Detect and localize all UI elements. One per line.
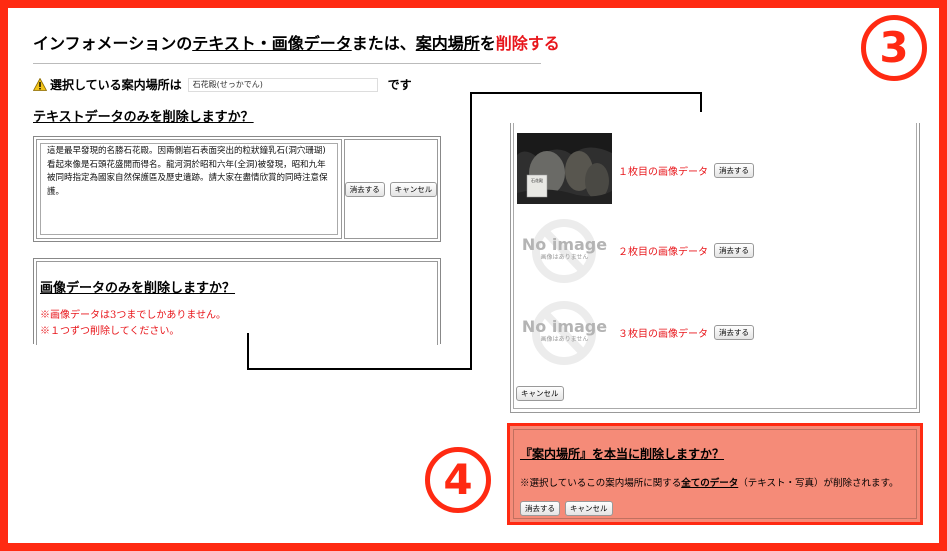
confirm-note-suffix: （テキスト・写真）が削除されます。	[738, 478, 899, 489]
confirm-note-bold: 全てのデータ	[681, 478, 739, 489]
image-list-panel: 石花殿 １枚目の画像データ 消去する No image 画像はありません ２枚目…	[510, 123, 920, 413]
image-delete-section: 画像データのみを削除しますか？ ※画像データは3つまでしかありません。 ※１つず…	[33, 258, 441, 345]
image-panel-cancel-button[interactable]: キャンセル	[516, 386, 564, 401]
no-image-title: No image	[521, 317, 608, 336]
image-label-1: １枚目の画像データ	[618, 167, 708, 178]
step-4-badge: 4	[425, 447, 491, 513]
image-row-1: １枚目の画像データ 消去する	[618, 163, 754, 178]
image-list-inner: 石花殿 １枚目の画像データ 消去する No image 画像はありません ２枚目…	[513, 123, 917, 409]
text-delete-heading: テキストデータのみを削除しますか？	[33, 110, 254, 125]
image-thumbnail-1: 石花殿	[517, 133, 612, 204]
text-content-area[interactable]: 這是最早發現的名勝石花殿。因兩側岩石表面突出的粒狀鐘乳石(洞穴珊瑚)看起來像是石…	[40, 143, 338, 235]
confirm-delete-note: ※選択しているこの案内場所に関する全てのデータ（テキスト・写真）が削除されます。	[520, 475, 899, 489]
image-delete-inner: 画像データのみを削除しますか？ ※画像データは3つまでしかありません。 ※１つず…	[36, 261, 438, 345]
cave-photo-icon	[517, 133, 612, 204]
image-row-3: ３枚目の画像データ 消去する	[618, 325, 754, 340]
confirm-note-prefix: ※選択しているこの案内場所に関する	[520, 478, 682, 489]
confirm-delete-inner: 『案内場所』を本当に削除しますか？ ※選択しているこの案内場所に関する全てのデー…	[513, 429, 917, 519]
image-delete-button-3[interactable]: 消去する	[714, 325, 754, 340]
selected-place-field[interactable]	[187, 77, 378, 92]
selected-place-row: 選択している案内場所は です	[33, 76, 412, 93]
image-delete-button-2[interactable]: 消去する	[714, 243, 754, 258]
image-delete-button-1[interactable]: 消去する	[714, 163, 754, 178]
text-delete-button[interactable]: 消去する	[344, 181, 385, 197]
title-divider	[33, 63, 541, 64]
connector-line	[247, 333, 249, 369]
image-note-limit: ※画像データは3つまでしかありません。	[40, 310, 227, 321]
warning-icon	[33, 78, 47, 91]
no-image-subtitle: 画像はありません	[540, 336, 589, 343]
photo-sign-text: 石花殿	[531, 178, 543, 183]
selected-place-suffix: です	[387, 78, 412, 92]
page-title: インフォメーションのテキスト・画像データまたは、案内場所を削除する	[33, 34, 560, 53]
connector-line	[470, 92, 472, 370]
no-image-subtitle: 画像はありません	[540, 254, 589, 261]
no-image-placeholder-3: No image 画像はありません	[517, 297, 612, 368]
selected-place-label: 選択している案内場所は	[50, 78, 182, 92]
no-image-placeholder-2: No image 画像はありません	[517, 215, 612, 286]
text-delete-table: 這是最早發現的名勝石花殿。因兩側岩石表面突出的粒狀鐘乳石(洞穴珊瑚)看起來像是石…	[33, 136, 441, 242]
image-label-3: ３枚目の画像データ	[618, 329, 708, 340]
confirm-delete-button[interactable]: 消去する	[520, 501, 560, 516]
confirm-delete-panel: 『案内場所』を本当に削除しますか？ ※選択しているこの案内場所に関する全てのデー…	[507, 423, 923, 525]
image-delete-heading: 画像データのみを削除しますか？	[40, 281, 236, 296]
text-cancel-button[interactable]: キャンセル	[389, 181, 438, 197]
image-row-2: ２枚目の画像データ 消去する	[618, 243, 754, 258]
step-3-badge: 3	[861, 15, 927, 81]
connector-line	[470, 92, 702, 94]
no-image-title: No image	[521, 235, 608, 254]
confirm-buttons: 消去する キャンセル	[520, 501, 613, 516]
text-button-cell: 消去する キャンセル	[344, 139, 438, 239]
confirm-delete-title: 『案内場所』を本当に削除しますか？	[520, 447, 725, 461]
connector-line	[700, 92, 702, 112]
connector-line	[247, 368, 471, 370]
image-label-2: ２枚目の画像データ	[618, 247, 708, 258]
text-cell: 這是最早發現的名勝石花殿。因兩側岩石表面突出的粒狀鐘乳石(洞穴珊瑚)看起來像是石…	[36, 139, 342, 239]
confirm-cancel-button[interactable]: キャンセル	[565, 501, 613, 516]
image-note-one-by-one: ※１つずつ削除してください。	[40, 326, 180, 337]
